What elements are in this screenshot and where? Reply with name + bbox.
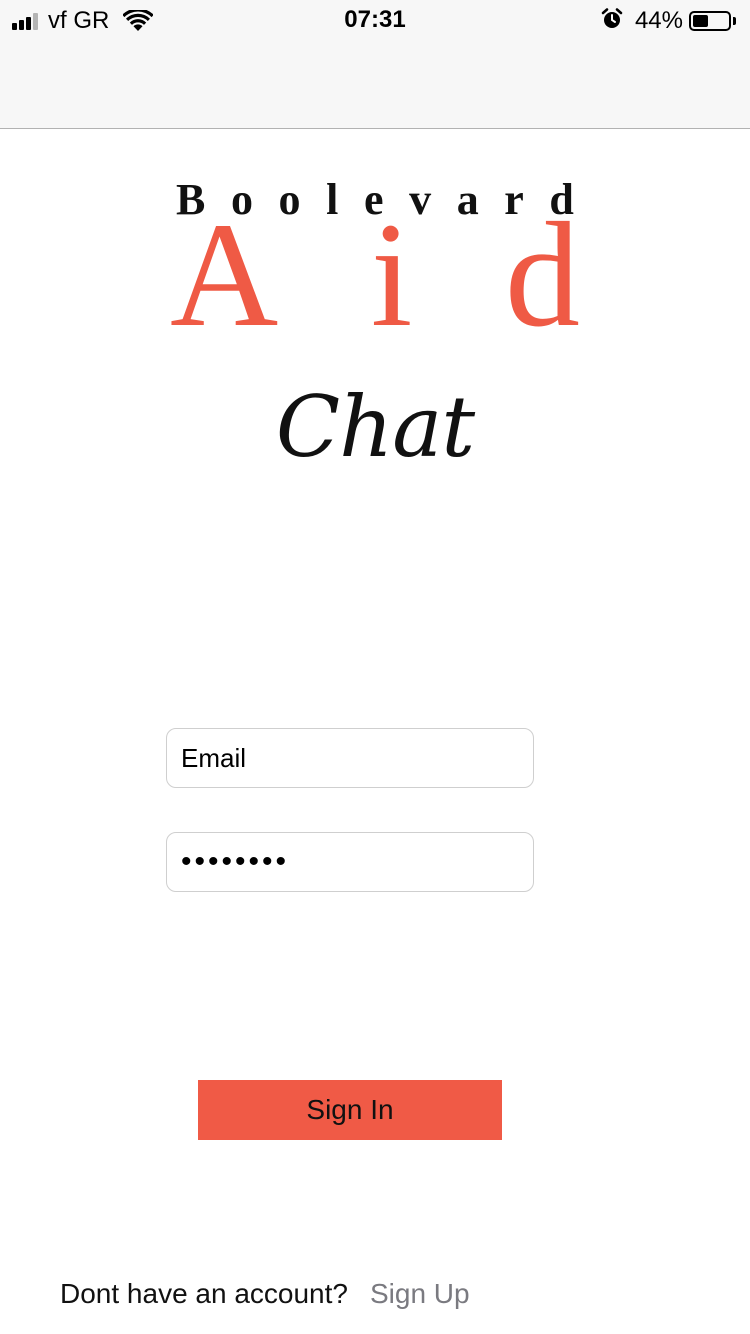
sign-in-button[interactable]: Sign In	[198, 1080, 502, 1140]
login-screen: vf GR 07:31 44% B o o l e v a r d A i d …	[0, 0, 750, 1334]
signup-prompt: Dont have an account? Sign Up	[60, 1278, 470, 1310]
battery-level-fill	[693, 15, 708, 27]
email-field[interactable]	[166, 728, 534, 788]
sign-up-link[interactable]: Sign Up	[370, 1278, 470, 1310]
logo-letter: A	[170, 192, 279, 358]
signup-prompt-text: Dont have an account?	[60, 1278, 348, 1309]
battery-nub	[733, 17, 736, 25]
battery-icon	[689, 11, 731, 31]
status-bar: vf GR 07:31 44%	[0, 0, 750, 129]
logo-letter: d	[504, 192, 580, 358]
logo-letter: i	[370, 192, 413, 358]
logo-wordmark-aid: A i d	[170, 192, 580, 358]
password-field[interactable]	[166, 832, 534, 892]
battery-percent: 44%	[634, 7, 683, 34]
status-right: 44%	[601, 7, 736, 35]
alarm-icon	[601, 7, 623, 35]
logo-chat-script: Chat	[275, 378, 475, 476]
